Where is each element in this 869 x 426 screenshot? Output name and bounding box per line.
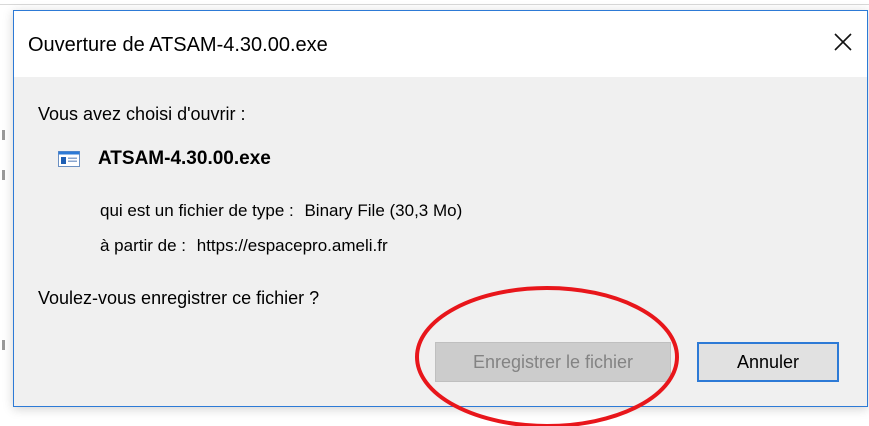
file-open-dialog: Ouverture de ATSAM-4.30.00.exe Vous avez… [13,10,868,407]
file-name: ATSAM-4.30.00.exe [98,148,271,169]
file-source-row: à partir de : https://espacepro.ameli.fr [100,235,388,257]
dialog-title: Ouverture de ATSAM-4.30.00.exe [28,34,328,56]
save-file-button[interactable]: Enregistrer le fichier [435,342,671,382]
close-button[interactable] [825,25,861,59]
background-fragment [2,130,5,140]
executable-file-icon [58,151,80,167]
dialog-titlebar[interactable]: Ouverture de ATSAM-4.30.00.exe [14,11,867,77]
save-question: Voulez-vous enregistrer ce fichier ? [38,288,320,308]
background-divider [0,4,869,5]
dialog-body: Vous avez choisi d'ouvrir : ATSAM-4.30.0… [14,77,867,406]
cancel-button[interactable]: Annuler [697,342,839,382]
background-fragment [2,340,5,350]
open-prompt-label: Vous avez choisi d'ouvrir : [38,104,246,124]
close-icon [834,33,852,51]
background-fragment [2,170,5,180]
file-type-value: Binary File (30,3 Mo) [304,201,463,220]
file-type-row: qui est un fichier de type : Binary File… [100,200,462,222]
file-source-label: à partir de : [100,236,186,255]
background-window-edge [0,0,12,426]
file-type-label: qui est un fichier de type : [100,201,294,220]
file-source-value: https://espacepro.ameli.fr [196,236,388,255]
